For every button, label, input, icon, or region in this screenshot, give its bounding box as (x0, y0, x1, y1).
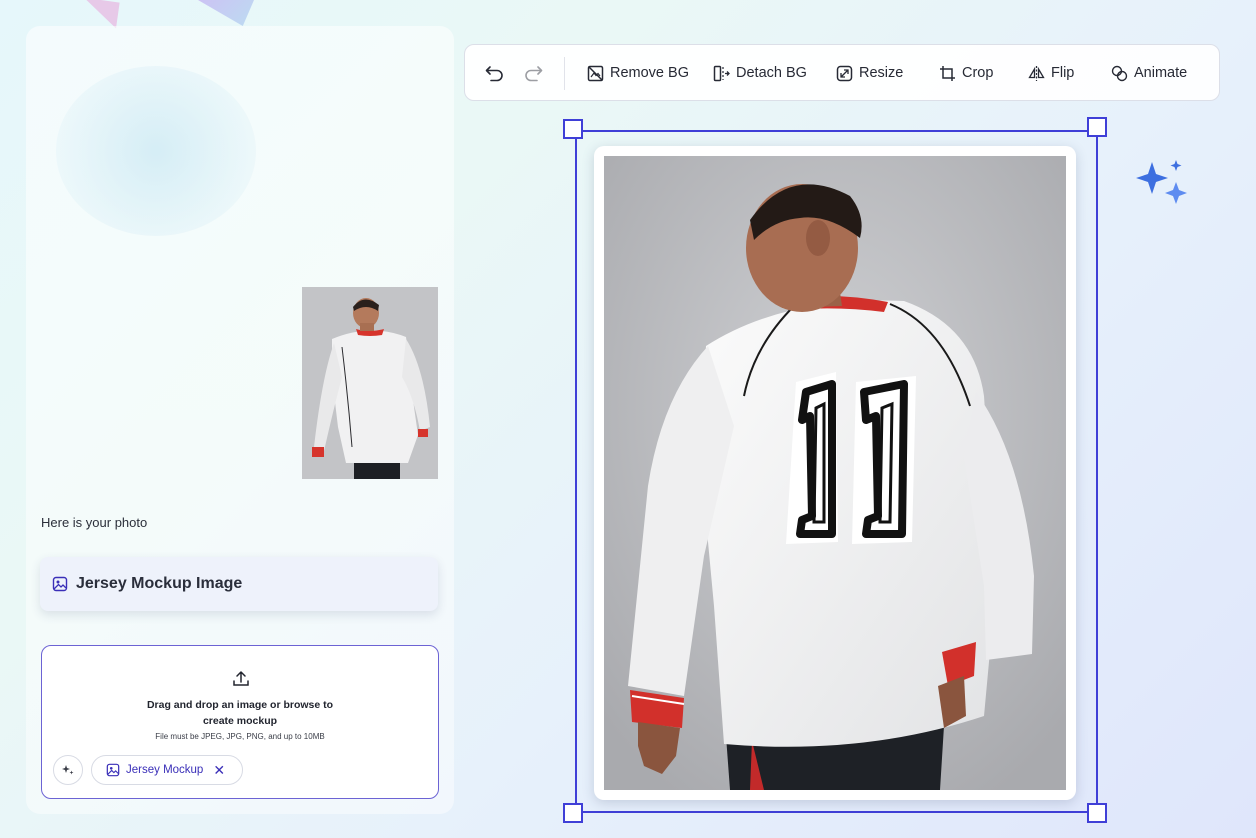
sparkle-icon (1134, 160, 1188, 210)
detach-bg-button[interactable]: Detach BG (713, 63, 807, 83)
resize-button[interactable]: Resize (836, 63, 903, 83)
resize-handle-bottom-left[interactable] (563, 803, 583, 823)
upload-file-note: File must be JPEG, JPG, PNG, and up to 1… (155, 732, 325, 741)
background-blur (56, 66, 256, 236)
chip-label: Jersey Mockup (126, 764, 204, 776)
resize-handle-top-left[interactable] (563, 119, 583, 139)
magic-sparkle-button[interactable] (53, 755, 83, 785)
mockup-card-title: Jersey Mockup Image (76, 575, 243, 592)
jersey-mockup-chip[interactable]: Jersey Mockup ✕ (91, 755, 243, 785)
chip-close-icon[interactable]: ✕ (213, 762, 225, 779)
animate-icon (1111, 65, 1128, 82)
jersey-mockup-card[interactable]: Jersey Mockup Image (40, 557, 438, 611)
mockup-preview-frame (594, 146, 1076, 800)
crop-button[interactable]: Crop (939, 63, 993, 83)
flip-icon (1028, 65, 1045, 82)
resize-handle-top-right[interactable] (1087, 117, 1107, 137)
animate-button[interactable]: Animate (1111, 63, 1187, 83)
resize-icon (836, 65, 853, 82)
resize-handle-bottom-right[interactable] (1087, 803, 1107, 823)
upload-instructions: Drag and drop an image or browse to crea… (146, 699, 334, 727)
remove-bg-button[interactable]: Remove BG (587, 63, 689, 83)
remove-bg-icon (587, 65, 604, 82)
edit-toolbar: Remove BG Detach BG Resize Crop Flip Ani… (464, 44, 1220, 101)
flip-button[interactable]: Flip (1028, 63, 1074, 83)
sparkle-icon (62, 765, 74, 775)
toolbar-divider (564, 57, 565, 90)
photo-caption: Here is your photo (41, 515, 148, 530)
jersey-mockup-photo[interactable] (604, 156, 1066, 790)
image-icon (52, 576, 68, 592)
crop-icon (939, 65, 956, 82)
image-icon (106, 763, 120, 777)
upload-dropzone[interactable]: Drag and drop an image or browse to crea… (41, 645, 439, 799)
detach-bg-icon (713, 65, 730, 82)
upload-icon (232, 670, 250, 688)
photo-thumbnail[interactable] (302, 287, 438, 479)
chat-panel: Here is your photo Jersey Mockup Image D… (26, 26, 454, 814)
undo-icon[interactable] (485, 64, 505, 82)
redo-icon[interactable] (523, 64, 543, 82)
